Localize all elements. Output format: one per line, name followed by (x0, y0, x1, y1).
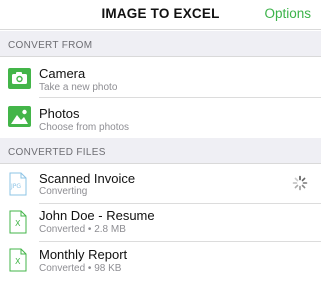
jpg-file-icon-label: JPG (11, 183, 22, 190)
excel-file-icon: X (9, 210, 27, 234)
file-status: Converted • 98 KB (39, 263, 122, 274)
loading-spinner-icon (292, 175, 308, 191)
camera-row[interactable]: Camera Take a new photo (0, 58, 321, 98)
section-header-converted-files: CONVERTED FILES (0, 138, 321, 164)
photos-subtitle: Choose from photos (39, 122, 130, 133)
section-header-convert-from: CONVERT FROM (0, 31, 321, 57)
photos-icon (8, 106, 31, 127)
jpg-file-icon: JPG (9, 172, 27, 196)
section-header-label: CONVERT FROM (8, 40, 93, 51)
camera-title: Camera (39, 66, 86, 81)
file-title: John Doe - Resume (39, 208, 155, 223)
excel-file-icon: X (9, 248, 27, 272)
excel-file-icon-label: X (15, 257, 21, 266)
file-status: Converted • 2.8 MB (39, 224, 126, 235)
photos-row[interactable]: Photos Choose from photos (0, 98, 321, 138)
camera-subtitle: Take a new photo (39, 82, 118, 93)
camera-icon (8, 68, 31, 89)
file-title: Scanned Invoice (39, 171, 136, 186)
file-row[interactable]: X John Doe - Resume Converted • 2.8 MB (0, 204, 321, 242)
options-button[interactable]: Options (264, 6, 311, 21)
file-row[interactable]: X Monthly Report Converted • 98 KB (0, 242, 321, 284)
photos-title: Photos (39, 106, 80, 121)
file-status: Converting (39, 186, 88, 197)
section-header-label: CONVERTED FILES (8, 147, 106, 158)
excel-file-icon-label: X (15, 219, 21, 228)
file-title: Monthly Report (39, 247, 128, 262)
file-row[interactable]: JPG Scanned Invoice Converting (0, 165, 321, 204)
navigation-bar: IMAGE TO EXCEL Options (0, 0, 321, 30)
